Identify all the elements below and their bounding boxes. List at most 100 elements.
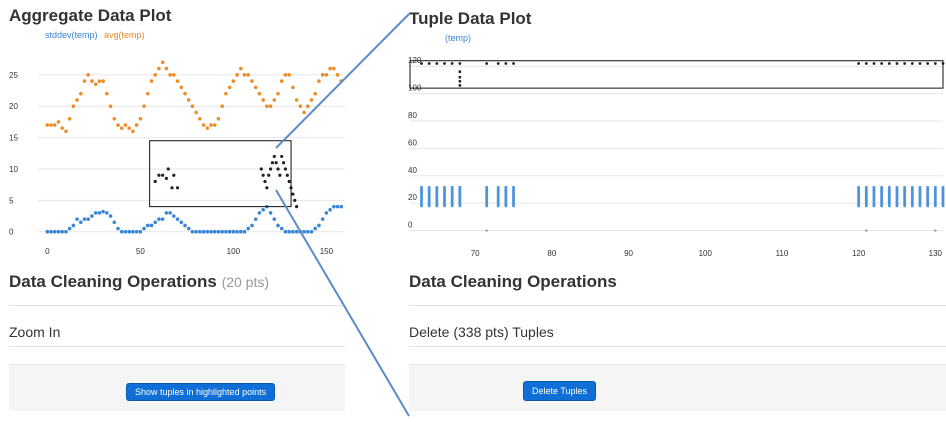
data-point xyxy=(324,73,329,77)
cleaning-ops-title-right: Data Cleaning Operations xyxy=(409,272,617,291)
data-point xyxy=(160,60,165,65)
data-point xyxy=(298,229,303,234)
data-point xyxy=(294,98,299,102)
outlier-point xyxy=(458,79,462,83)
data-point xyxy=(134,229,139,234)
data-point xyxy=(56,229,61,234)
data-point xyxy=(309,229,314,234)
data-point xyxy=(313,226,318,231)
data-point xyxy=(272,154,276,159)
tuple-plot-title: Tuple Data Plot xyxy=(409,9,532,28)
data-point xyxy=(201,123,206,127)
data-point xyxy=(287,73,291,77)
data-point xyxy=(276,91,280,96)
data-point xyxy=(270,161,275,165)
right-action-footer: Delete Tuples xyxy=(409,364,946,411)
data-point xyxy=(291,192,295,196)
data-point xyxy=(317,223,321,228)
highlight-box xyxy=(149,140,292,208)
data-point xyxy=(261,173,265,177)
data-point xyxy=(283,167,288,171)
data-point xyxy=(239,66,243,71)
data-point xyxy=(933,185,937,189)
data-point xyxy=(443,185,447,189)
data-point xyxy=(145,91,150,96)
data-point xyxy=(278,173,282,177)
legend-item-stddev[interactable]: stddev(temp) xyxy=(45,30,98,40)
legend-item-avg[interactable]: avg(temp) xyxy=(104,30,145,40)
data-point xyxy=(253,85,258,90)
data-point xyxy=(242,229,247,234)
data-point xyxy=(302,229,306,234)
data-point xyxy=(224,91,228,96)
data-point xyxy=(895,185,899,189)
delete-tuples-button[interactable]: Delete Tuples xyxy=(523,381,597,401)
outlier-point xyxy=(458,83,462,87)
data-point xyxy=(116,123,120,127)
data-point xyxy=(450,185,454,189)
aggregate-plot-title: Aggregate Data Plot xyxy=(9,6,172,25)
y-tick-label: 0 xyxy=(9,228,14,237)
data-point xyxy=(496,185,500,189)
data-point xyxy=(82,217,87,221)
data-point xyxy=(335,204,340,209)
data-point xyxy=(149,223,154,228)
data-point xyxy=(90,214,94,218)
data-point xyxy=(160,217,165,221)
data-point xyxy=(82,79,87,83)
outlier-point xyxy=(427,62,431,65)
data-point xyxy=(282,161,286,165)
data-point xyxy=(257,91,262,96)
data-point xyxy=(287,179,291,184)
data-point xyxy=(127,229,131,234)
data-point xyxy=(198,116,202,121)
data-point xyxy=(242,73,247,77)
data-point xyxy=(227,229,232,234)
data-point xyxy=(263,179,267,184)
outlier-point xyxy=(458,75,462,79)
data-point xyxy=(209,123,213,127)
data-point xyxy=(224,229,228,234)
data-point xyxy=(941,185,945,189)
data-point xyxy=(97,211,102,215)
aggregate-panel: Aggregate Data Plot stddev(temp) avg(tem… xyxy=(0,0,345,422)
data-point xyxy=(183,91,187,96)
tuple-chart[interactable]: 02040608010012070 80 90 100 110 120 130 xyxy=(400,50,946,265)
data-point xyxy=(86,73,91,77)
data-point xyxy=(283,229,288,234)
data-point xyxy=(335,73,340,77)
data-point xyxy=(186,98,191,102)
data-point xyxy=(291,85,295,90)
data-point xyxy=(190,104,195,109)
outlier-point xyxy=(872,62,876,65)
y-tick-label: 60 xyxy=(408,138,417,147)
data-point xyxy=(231,79,236,83)
x-tick-label: 90 xyxy=(624,249,633,258)
y-tick-label: 40 xyxy=(408,166,417,175)
data-point xyxy=(78,91,83,96)
data-point xyxy=(265,104,269,109)
data-point xyxy=(328,207,332,212)
data-point xyxy=(280,154,284,159)
y-tick-label: 0 xyxy=(408,221,413,230)
aggregate-chart[interactable]: 0 5 10 15 20 25 0 50 100 150 xyxy=(0,48,345,268)
data-point xyxy=(205,229,210,234)
cleaning-ops-title-left: Data Cleaning Operations (20 pts) xyxy=(9,272,269,292)
data-point xyxy=(317,79,321,83)
y-tick-label: 10 xyxy=(9,165,18,174)
operation-delete-tuples[interactable]: Delete (338 pts) Tuples xyxy=(409,324,554,340)
outlier-point xyxy=(895,62,899,65)
data-point xyxy=(131,229,135,234)
show-tuples-button[interactable]: Show tuples in highlighted points xyxy=(126,383,276,401)
data-point xyxy=(250,79,254,83)
data-point xyxy=(216,229,221,234)
data-point xyxy=(320,73,325,77)
data-point xyxy=(332,66,336,71)
legend-item-temp[interactable]: (temp) xyxy=(445,33,471,43)
data-point xyxy=(435,185,439,189)
operation-zoom-in[interactable]: Zoom In xyxy=(9,324,60,340)
data-point xyxy=(934,229,937,232)
data-point xyxy=(295,205,299,209)
data-point xyxy=(212,123,217,127)
data-point xyxy=(71,223,76,228)
